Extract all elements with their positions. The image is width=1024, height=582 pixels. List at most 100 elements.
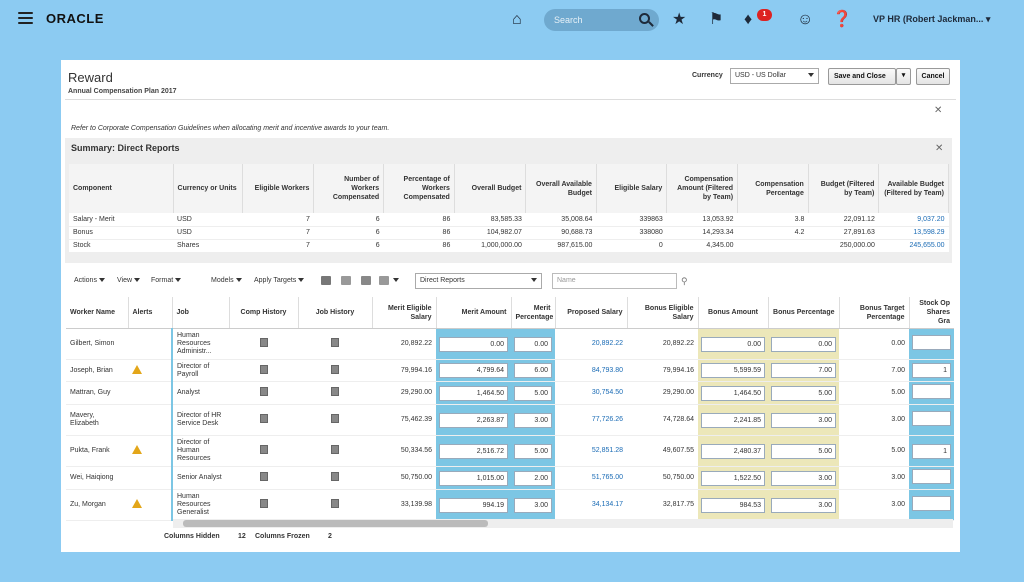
stock-shares-input[interactable] bbox=[912, 384, 951, 399]
job-history-icon[interactable] bbox=[331, 387, 339, 396]
calculator-icon[interactable] bbox=[341, 276, 351, 285]
cancel-button[interactable]: Cancel bbox=[916, 68, 950, 85]
proposed-salary-link[interactable]: 34,134.17 bbox=[592, 501, 623, 508]
column-header[interactable]: Merit Eligible Salary bbox=[372, 297, 437, 329]
tools-icon[interactable] bbox=[361, 276, 371, 285]
bonus-percentage-input[interactable]: 3.00 bbox=[771, 470, 836, 486]
comp-history-icon[interactable] bbox=[259, 387, 268, 396]
bonus-amount-input[interactable]: 0.00 bbox=[701, 336, 765, 352]
stock-shares-input[interactable] bbox=[912, 335, 951, 350]
stock-shares-input[interactable] bbox=[912, 469, 951, 484]
comp-history-icon[interactable] bbox=[259, 445, 268, 454]
flag-icon[interactable]: ⚑ bbox=[709, 11, 723, 29]
proposed-salary-link[interactable]: 77,726.26 bbox=[592, 416, 623, 423]
search-box[interactable]: Search bbox=[544, 9, 659, 31]
save-options-dropdown[interactable]: ▾ bbox=[896, 68, 911, 85]
bonus-percentage-input[interactable]: 3.00 bbox=[771, 497, 836, 513]
comp-history-icon[interactable] bbox=[259, 414, 268, 423]
column-header[interactable]: Job bbox=[172, 297, 230, 329]
notifications-bell-icon[interactable]: ♦ bbox=[744, 11, 752, 29]
team-filter-select[interactable]: Direct Reports bbox=[415, 273, 542, 289]
column-header[interactable]: Proposed Salary bbox=[555, 297, 628, 329]
format-menu[interactable]: Format bbox=[151, 277, 182, 284]
merit-amount-input[interactable]: 1,464.50 bbox=[439, 385, 508, 401]
merit-percentage-input[interactable]: 0.00 bbox=[514, 336, 552, 352]
merit-percentage-input[interactable]: 5.00 bbox=[514, 385, 552, 401]
bonus-percentage-input[interactable]: 5.00 bbox=[771, 385, 836, 401]
save-icon[interactable] bbox=[321, 276, 331, 285]
warning-icon[interactable] bbox=[132, 445, 142, 454]
column-header[interactable]: Merit Percentage bbox=[511, 297, 556, 329]
help-icon[interactable]: ❓ bbox=[832, 11, 852, 29]
comp-history-icon[interactable] bbox=[259, 472, 268, 481]
column-header[interactable]: Alerts bbox=[128, 297, 173, 329]
models-menu[interactable]: Models bbox=[211, 277, 242, 284]
job-history-icon[interactable] bbox=[331, 472, 339, 481]
user-menu[interactable]: VP HR (Robert Jackman... ▾ bbox=[873, 14, 990, 25]
bonus-amount-input[interactable]: 5,599.59 bbox=[701, 363, 765, 378]
warning-icon[interactable] bbox=[132, 499, 142, 508]
currency-select[interactable]: USD - US Dollar bbox=[730, 68, 819, 84]
column-header[interactable]: Worker Name bbox=[66, 297, 129, 329]
view-menu[interactable]: View bbox=[117, 277, 141, 284]
search-icon[interactable] bbox=[639, 13, 650, 24]
columns-dropdown[interactable] bbox=[391, 277, 399, 284]
bonus-amount-input[interactable]: 1,464.50 bbox=[701, 385, 765, 401]
apply-targets-menu[interactable]: Apply Targets bbox=[254, 277, 305, 284]
merit-amount-input[interactable]: 2,263.87 bbox=[439, 412, 508, 428]
bonus-percentage-input[interactable]: 0.00 bbox=[771, 336, 836, 352]
horizontal-scrollbar[interactable] bbox=[173, 519, 953, 528]
save-and-close-button[interactable]: Save and Close bbox=[828, 68, 896, 85]
stock-shares-input[interactable]: 1 bbox=[912, 443, 951, 459]
proposed-salary-link[interactable]: 52,851.28 bbox=[592, 447, 623, 454]
column-header[interactable]: Job History bbox=[298, 297, 373, 329]
comp-history-icon[interactable] bbox=[259, 364, 268, 374]
merit-percentage-input[interactable]: 6.00 bbox=[514, 363, 552, 378]
column-header[interactable]: Merit Amount bbox=[436, 297, 512, 329]
proposed-salary-link[interactable]: 84,793.80 bbox=[592, 367, 623, 374]
available-budget-link[interactable]: 13,598.29 bbox=[878, 226, 949, 240]
column-header[interactable]: Bonus Target Percentage bbox=[839, 297, 910, 329]
name-search-input[interactable]: Name bbox=[552, 273, 677, 289]
bonus-percentage-input[interactable]: 5.00 bbox=[771, 443, 836, 459]
merit-amount-input[interactable]: 994.19 bbox=[439, 497, 508, 513]
scrollbar-thumb[interactable] bbox=[183, 520, 488, 527]
column-header[interactable]: Bonus Amount bbox=[698, 297, 769, 329]
search-icon[interactable]: ⚲ bbox=[681, 276, 688, 287]
favorites-star-icon[interactable]: ★ bbox=[672, 11, 686, 29]
proposed-salary-link[interactable]: 51,765.00 bbox=[592, 474, 623, 481]
job-history-icon[interactable] bbox=[331, 445, 339, 454]
home-icon[interactable]: ⌂ bbox=[512, 11, 522, 29]
bonus-percentage-input[interactable]: 7.00 bbox=[771, 363, 836, 378]
column-header[interactable]: Bonus Eligible Salary bbox=[627, 297, 699, 329]
job-history-icon[interactable] bbox=[331, 338, 339, 347]
column-header[interactable]: Stock Op Shares Gra bbox=[909, 297, 954, 329]
merit-amount-input[interactable]: 4,799.64 bbox=[439, 363, 508, 378]
bonus-amount-input[interactable]: 2,241.85 bbox=[701, 412, 765, 428]
job-history-icon[interactable] bbox=[331, 499, 339, 508]
comp-history-icon[interactable] bbox=[259, 338, 268, 347]
actions-menu[interactable]: Actions bbox=[74, 277, 105, 284]
close-icon[interactable]: ✕ bbox=[934, 105, 942, 116]
proposed-salary-link[interactable]: 30,754.50 bbox=[592, 389, 623, 396]
accessibility-icon[interactable]: ☺ bbox=[797, 11, 813, 29]
bonus-amount-input[interactable]: 1,522.50 bbox=[701, 470, 765, 486]
columns-icon[interactable] bbox=[379, 276, 389, 285]
stock-shares-input[interactable] bbox=[912, 411, 951, 426]
column-header[interactable]: Bonus Percentage bbox=[768, 297, 840, 329]
merit-percentage-input[interactable]: 2.00 bbox=[514, 470, 552, 486]
merit-amount-input[interactable]: 0.00 bbox=[439, 336, 508, 352]
bonus-amount-input[interactable]: 2,480.37 bbox=[701, 443, 765, 459]
merit-amount-input[interactable]: 1,015.00 bbox=[439, 470, 508, 486]
bonus-amount-input[interactable]: 984.53 bbox=[701, 497, 765, 513]
search-input[interactable]: Search bbox=[554, 15, 583, 25]
job-history-icon[interactable] bbox=[331, 414, 339, 423]
proposed-salary-link[interactable]: 20,892.22 bbox=[592, 340, 623, 347]
column-header[interactable]: Comp History bbox=[229, 297, 299, 329]
stock-shares-input[interactable]: 1 bbox=[912, 363, 951, 378]
close-icon[interactable]: ✕ bbox=[935, 143, 943, 154]
merit-percentage-input[interactable]: 3.00 bbox=[514, 497, 552, 513]
bonus-percentage-input[interactable]: 3.00 bbox=[771, 412, 836, 428]
stock-shares-input[interactable] bbox=[912, 496, 951, 511]
available-budget-link[interactable]: 245,655.00 bbox=[878, 239, 949, 253]
